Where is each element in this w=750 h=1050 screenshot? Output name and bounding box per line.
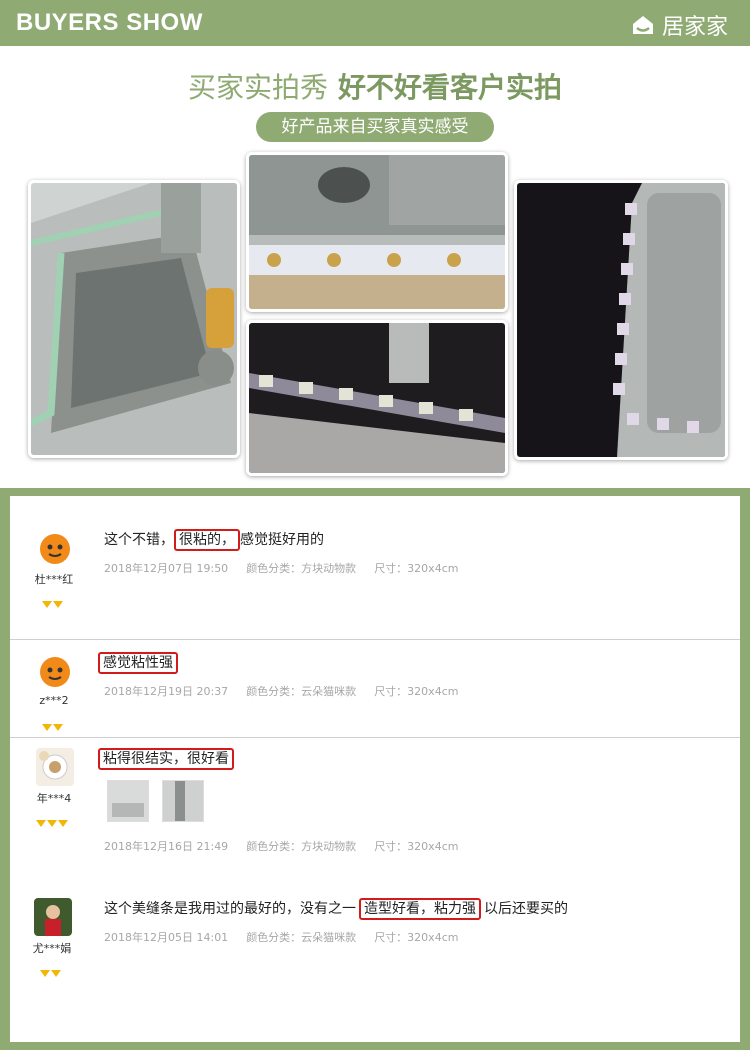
review-text: 感觉粘性强 — [98, 652, 178, 674]
divider — [10, 737, 740, 738]
top-banner: BUYERS SHOW 居家家 — [0, 0, 750, 46]
highlighted-phrase: 粘得很结实，很好看 — [98, 748, 234, 770]
review-text: 这个美缝条是我用过的最好的，没有之一 造型好看，粘力强 以后还要买的 — [104, 898, 568, 920]
review-date: 2018年12月16日 21:49 — [104, 840, 229, 853]
brand: 居家家 — [630, 9, 728, 41]
review-meta: 2018年12月16日 21:49 颜色分类：方块动物款 尺寸：320x4cm — [104, 838, 476, 854]
highlighted-phrase: 感觉粘性强 — [98, 652, 178, 674]
avatar — [36, 529, 74, 567]
headline-part2: 好不好看客户实拍 — [338, 71, 563, 104]
headline-part1: 买家实拍秀 — [187, 71, 328, 104]
review-date: 2018年12月05日 14:01 — [104, 931, 229, 944]
review-color: 颜色分类：方块动物款 — [246, 840, 357, 853]
review-photo-thumbnail[interactable] — [162, 780, 204, 822]
avatar — [34, 898, 72, 936]
review-size: 尺寸：320x4cm — [374, 685, 459, 698]
review-meta: 2018年12月19日 20:37 颜色分类：云朵猫咪款 尺寸：320x4cm — [104, 683, 476, 699]
username: 尤***娟 — [32, 942, 72, 955]
rank-icon — [42, 593, 64, 608]
buyers-show-title: BUYERS SHOW — [16, 9, 203, 36]
highlighted-phrase: 造型好看，粘力强 — [359, 898, 481, 920]
review-meta: 2018年12月07日 19:50 颜色分类：方块动物款 尺寸：320x4cm — [104, 560, 476, 576]
review-size: 尺寸：320x4cm — [374, 931, 459, 944]
review-date: 2018年12月19日 20:37 — [104, 685, 229, 698]
username: 杜***红 — [34, 573, 74, 586]
highlighted-phrase: 很粘的， — [174, 529, 240, 551]
buyer-photo-1 — [28, 180, 240, 458]
headline: 买家实拍秀 好不好看客户实拍 — [0, 66, 750, 106]
review-text: 这个不错， 很粘的， 感觉挺好用的 — [104, 529, 324, 551]
buyer-photo-2 — [246, 152, 508, 312]
buyer-photo-4 — [514, 180, 728, 460]
review-color: 颜色分类：方块动物款 — [246, 562, 357, 575]
username: 年***4 — [36, 792, 72, 805]
review-photo-thumbnail[interactable] — [107, 780, 149, 822]
review-text: 粘得很结实，很好看 — [98, 748, 234, 770]
buyer-photo-3 — [246, 320, 508, 476]
divider — [10, 639, 740, 640]
review-size: 尺寸：320x4cm — [374, 840, 459, 853]
avatar — [36, 748, 74, 786]
rank-icon — [36, 812, 69, 827]
review-color: 颜色分类：云朵猫咪款 — [246, 931, 357, 944]
username: z***2 — [39, 694, 69, 707]
brand-name: 居家家 — [661, 15, 728, 40]
house-logo-icon — [632, 16, 653, 34]
review-size: 尺寸：320x4cm — [374, 562, 459, 575]
review-date: 2018年12月07日 19:50 — [104, 562, 229, 575]
subtitle-pill: 好产品来自买家真实感受 — [256, 112, 494, 142]
review-meta: 2018年12月05日 14:01 颜色分类：云朵猫咪款 尺寸：320x4cm — [104, 929, 476, 945]
rank-icon — [42, 716, 64, 731]
review-color: 颜色分类：云朵猫咪款 — [246, 685, 357, 698]
avatar — [36, 652, 74, 690]
rank-icon — [40, 962, 62, 977]
